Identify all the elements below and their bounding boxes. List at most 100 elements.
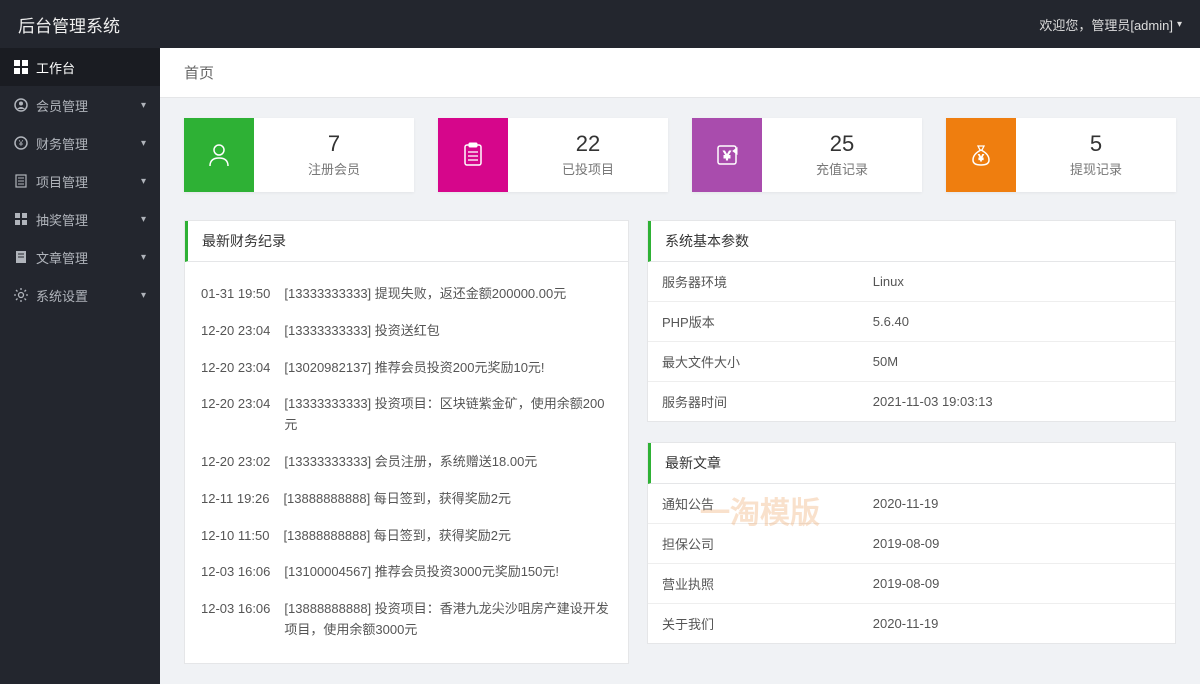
table-row[interactable]: 营业执照2019-08-09 bbox=[648, 564, 1175, 604]
log-time: 12-20 23:04 bbox=[201, 358, 270, 379]
log-row: 12-20 23:04 [13333333333] 投资项目：区块链紫金矿，使用余… bbox=[201, 386, 612, 444]
chevron-down-icon: ▾ bbox=[141, 176, 146, 187]
sidebar-item-finance[interactable]: ¥ 财务管理 ▾ bbox=[0, 124, 160, 162]
sidebar-item-label: 财务管理 bbox=[36, 134, 88, 153]
kv-value: 2019-08-09 bbox=[859, 524, 1175, 564]
app-logo: 后台管理系统 bbox=[18, 12, 120, 37]
stat-row: 7 注册会员 22 已投项目 ¥ bbox=[184, 118, 1176, 192]
log-row: 12-11 19:26 [13888888888] 每日签到，获得奖励2元 bbox=[201, 481, 612, 518]
kv-key: 服务器环境 bbox=[648, 262, 859, 302]
chevron-down-icon: ▾ bbox=[141, 100, 146, 111]
log-time: 12-20 23:04 bbox=[201, 394, 270, 436]
sidebar-item-label: 系统设置 bbox=[36, 286, 88, 305]
chevron-down-icon: ▾ bbox=[141, 138, 146, 149]
log-row: 12-20 23:04 [13020982137] 推荐会员投资200元奖励10元… bbox=[201, 350, 612, 387]
user-icon bbox=[14, 98, 28, 112]
sidebar-item-articles[interactable]: 文章管理 ▾ bbox=[0, 238, 160, 276]
money-bag-icon: ¥ bbox=[946, 118, 1016, 192]
panel-title: 最新财务纪录 bbox=[185, 221, 628, 262]
sidebar-item-label: 会员管理 bbox=[36, 96, 88, 115]
tabbar: 首页 bbox=[160, 48, 1200, 98]
dashboard-icon bbox=[14, 60, 28, 74]
chevron-down-icon: ▾ bbox=[141, 214, 146, 225]
log-text: [13020982137] 推荐会员投资200元奖励10元! bbox=[284, 358, 612, 379]
stat-card-members[interactable]: 7 注册会员 bbox=[184, 118, 414, 192]
svg-text:¥: ¥ bbox=[18, 139, 24, 148]
svg-text:¥: ¥ bbox=[977, 153, 984, 163]
stat-card-projects[interactable]: 22 已投项目 bbox=[438, 118, 668, 192]
kv-value: 2020-11-19 bbox=[859, 484, 1175, 524]
stat-value: 22 bbox=[576, 132, 600, 156]
log-time: 12-20 23:02 bbox=[201, 452, 270, 473]
kv-value: 5.6.40 bbox=[859, 302, 1175, 342]
log-row: 12-03 16:06 [13100004567] 推荐会员投资3000元奖励15… bbox=[201, 554, 612, 591]
welcome-text: 欢迎您，管理员[admin] bbox=[1039, 15, 1173, 34]
stat-card-recharge[interactable]: ¥ 25 充值记录 bbox=[692, 118, 922, 192]
sidebar-item-label: 项目管理 bbox=[36, 172, 88, 191]
kv-value: 2020-11-19 bbox=[859, 604, 1175, 644]
sidebar-item-dashboard[interactable]: 工作台 bbox=[0, 48, 160, 86]
user-menu[interactable]: 欢迎您，管理员[admin] ▾ bbox=[1039, 15, 1182, 34]
kv-key: 服务器时间 bbox=[648, 382, 859, 422]
log-row: 12-10 11:50 [13888888888] 每日签到，获得奖励2元 bbox=[201, 518, 612, 555]
log-row: 12-20 23:04[13333333333] 投资送红包 bbox=[201, 313, 612, 350]
stat-label: 注册会员 bbox=[308, 159, 360, 178]
stat-value: 5 bbox=[1090, 132, 1102, 156]
table-row: 服务器环境Linux bbox=[648, 262, 1175, 302]
log-time: 12-10 11:50 bbox=[201, 526, 269, 547]
log-text: [13888888888] 每日签到，获得奖励2元 bbox=[283, 526, 612, 547]
kv-key: PHP版本 bbox=[648, 302, 859, 342]
sidebar-item-lottery[interactable]: 抽奖管理 ▾ bbox=[0, 200, 160, 238]
log-time: 12-20 23:04 bbox=[201, 321, 270, 342]
chevron-down-icon: ▾ bbox=[1177, 19, 1182, 30]
sidebar-item-label: 工作台 bbox=[36, 58, 75, 77]
stat-label: 已投项目 bbox=[562, 159, 614, 178]
topbar: 后台管理系统 欢迎您，管理员[admin] ▾ bbox=[0, 0, 1200, 48]
tab-home[interactable]: 首页 bbox=[184, 62, 214, 83]
kv-key: 通知公告 bbox=[648, 484, 859, 524]
yen-icon: ¥ bbox=[692, 118, 762, 192]
panel-articles: 最新文章 通知公告2020-11-19担保公司2019-08-09营业执照201… bbox=[647, 442, 1176, 644]
log-row: 12-03 16:06 [13888888888] 投资项目：香港九龙尖沙咀房产建… bbox=[201, 591, 612, 649]
panel-finance-log: 最新财务纪录 01-31 19:50[13333333333] 提现失败，返还金… bbox=[184, 220, 629, 664]
user-icon bbox=[184, 118, 254, 192]
sidebar: 工作台 会员管理 ▾ ¥ 财务管理 ▾ bbox=[0, 48, 160, 684]
stat-label: 充值记录 bbox=[816, 159, 868, 178]
sidebar-item-projects[interactable]: 项目管理 ▾ bbox=[0, 162, 160, 200]
kv-key: 担保公司 bbox=[648, 524, 859, 564]
gear-icon bbox=[14, 288, 28, 302]
sidebar-item-label: 文章管理 bbox=[36, 248, 88, 267]
table-row[interactable]: 关于我们2020-11-19 bbox=[648, 604, 1175, 644]
log-time: 01-31 19:50 bbox=[201, 284, 270, 305]
stat-card-withdraw[interactable]: ¥ 5 提现记录 bbox=[946, 118, 1176, 192]
table-row[interactable]: 通知公告2020-11-19 bbox=[648, 484, 1175, 524]
content: 一淘模版 7 注册会员 22 bbox=[160, 98, 1200, 684]
kv-value: 50M bbox=[859, 342, 1175, 382]
log-time: 12-11 19:26 bbox=[201, 489, 269, 510]
table-row[interactable]: 担保公司2019-08-09 bbox=[648, 524, 1175, 564]
sidebar-item-label: 抽奖管理 bbox=[36, 210, 88, 229]
table-row: 最大文件大小50M bbox=[648, 342, 1175, 382]
main: 首页 一淘模版 7 注册会员 bbox=[160, 48, 1200, 684]
stat-label: 提现记录 bbox=[1070, 159, 1122, 178]
kv-key: 关于我们 bbox=[648, 604, 859, 644]
project-icon bbox=[14, 174, 28, 188]
sidebar-item-settings[interactable]: 系统设置 ▾ bbox=[0, 276, 160, 314]
sidebar-item-members[interactable]: 会员管理 ▾ bbox=[0, 86, 160, 124]
finance-icon: ¥ bbox=[14, 136, 28, 150]
table-row: PHP版本5.6.40 bbox=[648, 302, 1175, 342]
kv-value: Linux bbox=[859, 262, 1175, 302]
log-text: [13333333333] 投资项目：区块链紫金矿，使用余额200元 bbox=[284, 394, 612, 436]
log-time: 12-03 16:06 bbox=[201, 562, 270, 583]
kv-value: 2019-08-09 bbox=[859, 564, 1175, 604]
log-text: [13100004567] 推荐会员投资3000元奖励150元! bbox=[284, 562, 612, 583]
article-icon bbox=[14, 250, 28, 264]
svg-text:¥: ¥ bbox=[722, 148, 731, 163]
log-text: [13888888888] 每日签到，获得奖励2元 bbox=[283, 489, 612, 510]
log-text: [13888888888] 投资项目：香港九龙尖沙咀房产建设开发项目，使用余额3… bbox=[284, 599, 612, 641]
kv-key: 营业执照 bbox=[648, 564, 859, 604]
chevron-down-icon: ▾ bbox=[141, 252, 146, 263]
log-time: 12-03 16:06 bbox=[201, 599, 270, 641]
table-row: 服务器时间2021-11-03 19:03:13 bbox=[648, 382, 1175, 422]
stat-value: 7 bbox=[328, 132, 340, 156]
